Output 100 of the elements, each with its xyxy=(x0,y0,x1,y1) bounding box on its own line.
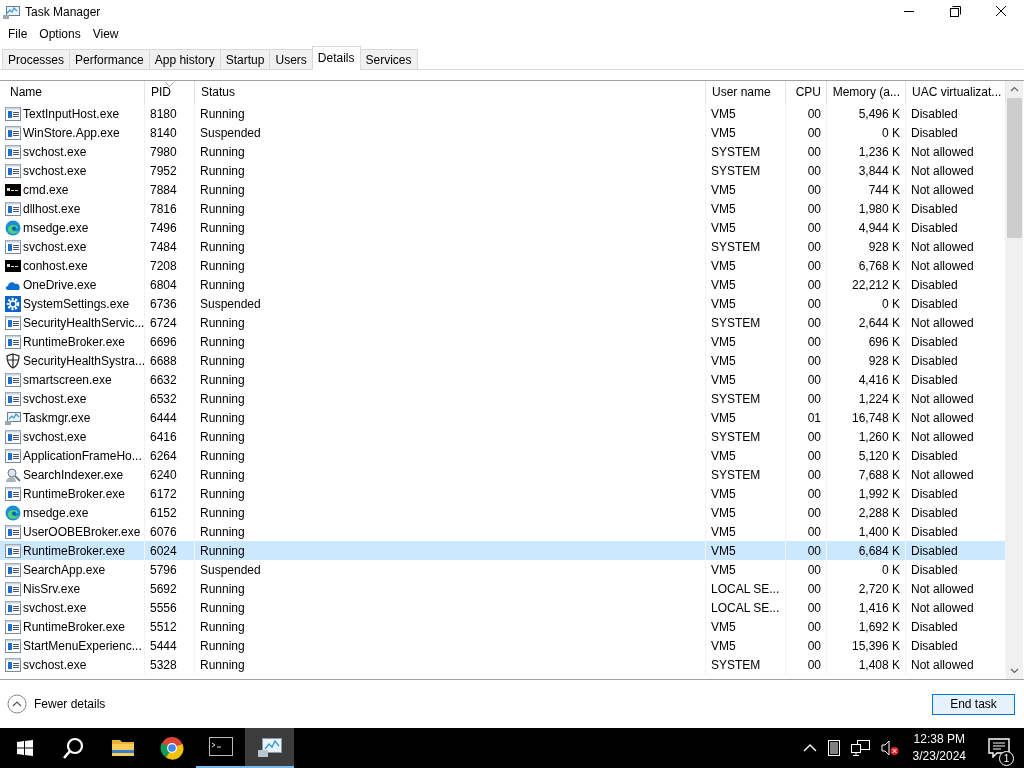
table-cell: Not allowed xyxy=(911,182,974,197)
column-header[interactable]: CPU xyxy=(786,81,827,104)
table-cell: Running xyxy=(200,581,245,596)
table-cell: 6444 xyxy=(150,410,177,425)
chrome-icon[interactable] xyxy=(159,736,184,760)
tablet-icon[interactable] xyxy=(826,740,841,756)
table-cell: ApplicationFrameHo... xyxy=(23,448,142,463)
table-cell: SYSTEM xyxy=(711,657,761,672)
table-cell: 3,844 K xyxy=(858,163,900,178)
scrollbar[interactable] xyxy=(1006,81,1023,679)
table-cell: UserOOBEBroker.exe xyxy=(23,524,141,539)
column-header[interactable]: User name xyxy=(706,81,786,104)
column-header[interactable]: PID xyxy=(145,81,195,104)
tab[interactable]: App history xyxy=(148,49,221,69)
table-cell: Running xyxy=(200,315,245,330)
table-cell: Disabled xyxy=(911,448,958,463)
table-cell: Suspended xyxy=(200,562,261,577)
table-cell: 928 K xyxy=(868,239,900,254)
selected-row[interactable]: RuntimeBroker.exe 6024 Running VM5 00 6,684 K Disabled xyxy=(0,541,1006,560)
table-cell: 6076 xyxy=(150,524,177,539)
menu-item[interactable]: Options xyxy=(33,24,87,43)
table-cell: Disabled xyxy=(911,638,958,653)
table-cell: msedge.exe xyxy=(23,505,89,520)
clock-time[interactable]: 12:38 PM xyxy=(913,731,965,748)
table-cell: 6532 xyxy=(150,391,177,406)
console-icon[interactable] xyxy=(208,735,233,759)
table-cell: 696 K xyxy=(868,334,900,349)
table-cell: dllhost.exe xyxy=(23,201,81,216)
tab[interactable]: Performance xyxy=(69,49,150,69)
table-cell: VM5 xyxy=(711,486,736,501)
clock-date[interactable]: 3/23/2024 xyxy=(912,748,966,765)
table-cell: VM5 xyxy=(711,448,736,463)
table-cell: Disabled xyxy=(911,125,958,140)
column-header[interactable]: Memory (a... xyxy=(827,81,906,104)
table-cell: 00 xyxy=(807,543,821,558)
table-cell: 6696 xyxy=(150,334,177,349)
table-cell: 2,644 K xyxy=(858,315,900,330)
table-cell: Running xyxy=(200,543,245,558)
table-cell: VM5 xyxy=(711,619,736,634)
menu-item[interactable]: File xyxy=(2,24,34,43)
chevron-up-icon[interactable] xyxy=(802,743,817,753)
table-cell: msedge.exe xyxy=(23,220,89,235)
tab[interactable]: Services xyxy=(359,49,418,69)
fewer-details-link[interactable]: Fewer details xyxy=(34,697,106,711)
table-cell: 00 xyxy=(807,315,821,330)
window-icon xyxy=(5,371,21,388)
table-cell: RuntimeBroker.exe xyxy=(23,486,126,501)
table-cell: Running xyxy=(200,220,245,235)
monitor-icon[interactable] xyxy=(257,735,282,759)
window-icon xyxy=(5,542,21,559)
table-cell: VM5 xyxy=(711,524,736,539)
table-cell: Running xyxy=(200,619,245,634)
table-cell: TextInputHost.exe xyxy=(23,106,120,121)
table-cell: Not allowed xyxy=(911,144,974,159)
table-cell: RuntimeBroker.exe xyxy=(23,619,126,634)
table-cell: 00 xyxy=(807,467,821,482)
table-cell: 5692 xyxy=(150,581,177,596)
table-cell: Not allowed xyxy=(911,429,974,444)
tab[interactable]: Startup xyxy=(219,49,271,69)
window-icon xyxy=(5,200,21,217)
menu-item[interactable]: View xyxy=(86,24,125,43)
table-cell: Disabled xyxy=(911,543,958,558)
end-task-button[interactable]: End task xyxy=(932,693,1015,715)
table-cell: 7,688 K xyxy=(858,467,900,482)
table-cell: 744 K xyxy=(868,182,900,197)
table-cell: Taskmgr.exe xyxy=(23,410,91,425)
windows-logo-icon[interactable] xyxy=(16,740,33,756)
table-cell: 6688 xyxy=(150,353,177,368)
magnifier-person-icon xyxy=(5,466,21,483)
table-cell: 0 K xyxy=(882,125,900,140)
window-icon xyxy=(5,599,21,616)
column-header[interactable]: Name xyxy=(0,81,145,104)
table-cell: Disabled xyxy=(911,334,958,349)
table-cell: 0 K xyxy=(882,562,900,577)
column-header[interactable]: Status xyxy=(195,81,706,104)
table-cell: 5796 xyxy=(150,562,177,577)
table-cell: 00 xyxy=(807,657,821,672)
table-cell: 1,224 K xyxy=(858,391,900,406)
table-cell: 1,416 K xyxy=(858,600,900,615)
table-cell: VM5 xyxy=(711,505,736,520)
table-cell: svchost.exe xyxy=(23,391,87,406)
scroll-thumb[interactable] xyxy=(1007,98,1022,238)
collapse-icon[interactable] xyxy=(7,694,27,714)
table-cell: 6632 xyxy=(150,372,177,387)
table-cell: VM5 xyxy=(711,258,736,273)
table-cell: 5328 xyxy=(150,657,177,672)
tab[interactable]: Details xyxy=(311,46,361,70)
window-icon xyxy=(5,561,21,578)
table-cell: Not allowed xyxy=(911,581,974,596)
tab[interactable]: Processes xyxy=(2,49,71,69)
table-cell: 00 xyxy=(807,277,821,292)
search-icon[interactable] xyxy=(62,737,85,759)
muted-speaker-icon[interactable] xyxy=(880,740,899,756)
table-cell: RuntimeBroker.exe xyxy=(23,543,126,558)
table-cell: Suspended xyxy=(200,296,261,311)
table-cell: Running xyxy=(200,524,245,539)
table-cell: 00 xyxy=(807,163,821,178)
tab[interactable]: Users xyxy=(269,49,313,69)
table-cell: 6804 xyxy=(150,277,177,292)
network-icon[interactable] xyxy=(850,740,871,756)
